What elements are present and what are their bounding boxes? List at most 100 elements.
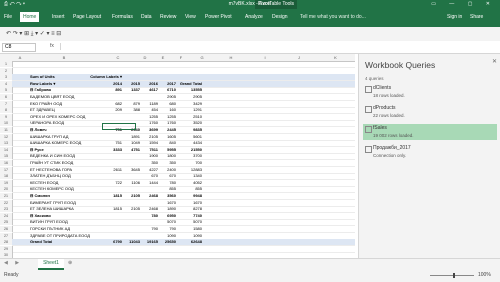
value-cell[interactable]: 2905 — [178, 94, 202, 100]
value-cell[interactable]: 12883 — [178, 167, 202, 173]
value-cell[interactable]: 780 — [160, 180, 176, 186]
value-cell[interactable]: 790 — [142, 226, 158, 232]
tab-design[interactable]: Design — [272, 14, 288, 20]
value-cell[interactable]: 2105 — [124, 206, 140, 212]
formula-input[interactable] — [60, 43, 361, 50]
value-cell[interactable]: 2445 — [160, 127, 176, 133]
value-cell[interactable]: 1444 — [142, 180, 158, 186]
value-cell[interactable]: 3333 — [90, 147, 122, 153]
value-cell[interactable]: 350 — [142, 160, 158, 166]
row-label-cell[interactable]: ⊟ Ловеч — [30, 127, 88, 133]
value-cell[interactable]: 62648 — [178, 239, 202, 245]
value-cell[interactable]: 4227 — [142, 167, 158, 173]
zoom-slider-thumb[interactable] — [453, 273, 455, 278]
row-label-cell[interactable]: ⊟ Смолян — [30, 193, 88, 199]
query-item-selected[interactable]: fSales 19 002 rows loaded. — [363, 124, 497, 140]
value-cell[interactable]: 1891 — [124, 134, 140, 140]
value-cell[interactable]: 7511 — [142, 147, 158, 153]
row-label-cell[interactable]: КЕСТЕН КОМЕРС ООД — [30, 186, 88, 192]
sheet-nav-arrows[interactable]: ◀ ▶ — [4, 260, 22, 266]
value-cell[interactable]: 1594 — [142, 140, 158, 146]
value-cell[interactable]: 2400 — [160, 167, 176, 173]
row-label-cell[interactable]: ЗЛАТЕН ДЪБНЦ ООД — [30, 173, 88, 179]
value-cell[interactable]: 1090 — [178, 233, 202, 239]
value-cell[interactable]: 682 — [90, 101, 122, 107]
value-cell[interactable]: 840 — [160, 140, 176, 146]
value-cell[interactable]: 8278 — [178, 206, 202, 212]
window-controls[interactable]: ▭ — ▢ ✕ — [431, 0, 496, 9]
row-label-cell[interactable]: ⊟ Габрово — [30, 87, 88, 93]
value-cell[interactable]: 5070 — [160, 219, 176, 225]
value-cell[interactable]: 4617 — [142, 87, 158, 93]
row-label-cell[interactable]: ЗДРАВЕ ОТ ПРИРОДАТА ЕООД — [30, 233, 90, 239]
value-cell[interactable]: 5955 — [160, 147, 176, 153]
value-cell[interactable]: 1900 — [142, 153, 158, 159]
value-cell[interactable]: 2017 — [160, 81, 176, 87]
tab-file[interactable]: File — [4, 14, 12, 20]
value-cell[interactable]: Grand Total — [178, 81, 202, 87]
value-cell[interactable]: 1340 — [178, 173, 202, 179]
value-cell[interactable]: 1106 — [124, 180, 140, 186]
value-cell[interactable]: 21550 — [178, 147, 202, 153]
value-cell[interactable]: 9948 — [178, 193, 202, 199]
value-cell[interactable]: 2468 — [142, 193, 158, 199]
value-cell[interactable]: 2905 — [160, 94, 176, 100]
value-cell[interactable]: 2014 — [90, 81, 122, 87]
value-cell[interactable]: 780 — [142, 213, 158, 219]
row-label-cell[interactable]: БИМЕРАНТ ГРУП ЕООД — [30, 200, 88, 206]
value-cell[interactable]: 25650 — [160, 239, 176, 245]
value-cell[interactable]: 2015 — [124, 81, 140, 87]
value-cell[interactable]: 3645 — [124, 167, 140, 173]
query-item[interactable]: dProducts 22 rows loaded. — [363, 104, 497, 120]
tab-data[interactable]: Data — [141, 14, 152, 20]
value-cell[interactable]: 160 — [160, 107, 176, 113]
row-label-cell[interactable]: ШИШАРКА КОМЕРС ЕООД — [30, 140, 88, 146]
value-cell[interactable]: 1255 — [142, 114, 158, 120]
value-cell[interactable]: Column Labels ▾ — [90, 74, 122, 80]
row-label-cell[interactable]: БАДЕМОВ ЦВЯТ ЕООД — [30, 94, 88, 100]
row-label-cell[interactable]: ШИШАРКА ГРУП АД — [30, 134, 88, 140]
value-cell[interactable]: 1337 — [124, 87, 140, 93]
value-cell[interactable]: 3429 — [178, 101, 202, 107]
zoom-level[interactable]: 100% — [478, 272, 491, 278]
value-cell[interactable]: 680 — [160, 101, 176, 107]
value-cell[interactable]: 3699 — [142, 127, 158, 133]
value-cell[interactable]: 1580 — [178, 226, 202, 232]
value-cell[interactable]: 1605 — [160, 134, 176, 140]
tell-me-search[interactable]: Tell me what you want to do... — [300, 14, 366, 20]
toolbar-icons[interactable]: ↶ ↷ ▾ ⊞ ⤓ ▾ ✓ ▾ ≡ ⊟ — [6, 30, 61, 38]
value-cell[interactable]: 2016 — [142, 81, 158, 87]
value-cell[interactable]: 6950 — [160, 213, 176, 219]
query-item[interactable]: dClients 18 rows loaded. — [363, 84, 497, 100]
tab-review[interactable]: Review — [160, 14, 176, 20]
row-label-cell[interactable]: ГОРСКИ ПЪТНИК АД — [30, 226, 88, 232]
value-cell[interactable]: 700 — [178, 160, 202, 166]
add-sheet-icon[interactable]: ⊕ — [68, 260, 72, 266]
tab-view[interactable]: View — [185, 14, 196, 20]
value-cell[interactable]: 209 — [90, 107, 122, 113]
name-box[interactable]: C8 — [2, 43, 36, 52]
row-label-cell[interactable]: ЕКО ГРАЙН ООД — [30, 101, 88, 107]
value-cell[interactable]: 19165 — [142, 239, 158, 245]
row-label-cell[interactable]: ГРАЙН УТ СТИК ЕООД — [30, 160, 88, 166]
tab-insert[interactable]: Insert — [52, 14, 65, 20]
row-label-cell[interactable]: ⊟ Русе — [30, 147, 88, 153]
value-cell[interactable]: 855 — [160, 186, 176, 192]
value-cell[interactable]: 388 — [124, 107, 140, 113]
value-cell[interactable]: 722 — [90, 180, 122, 186]
row-label-cell[interactable]: ЕТ ЗЕЛЕНА ШИШАРКА — [30, 206, 88, 212]
value-cell[interactable]: 2105 — [142, 134, 158, 140]
row-label-cell[interactable]: Row Labels ▾ — [30, 81, 88, 87]
value-cell[interactable]: 855 — [178, 186, 202, 192]
sign-in-link[interactable]: Sign in — [447, 14, 462, 20]
close-icon[interactable]: ✕ — [492, 58, 497, 65]
value-cell[interactable]: 5070 — [178, 219, 202, 225]
value-cell[interactable]: 670 — [160, 173, 176, 179]
value-cell[interactable]: 1255 — [160, 114, 176, 120]
value-cell[interactable]: 454 — [142, 107, 158, 113]
value-cell[interactable]: 2510 — [178, 114, 202, 120]
worksheet-grid[interactable]: A B C D E F G H I J K 1 2 3 Sum of Units Col… — [0, 54, 355, 258]
value-cell[interactable]: 13555 — [178, 87, 202, 93]
row-label-cell[interactable]: ⊟ Хасково — [30, 213, 88, 219]
value-cell[interactable]: 879 — [124, 101, 140, 107]
